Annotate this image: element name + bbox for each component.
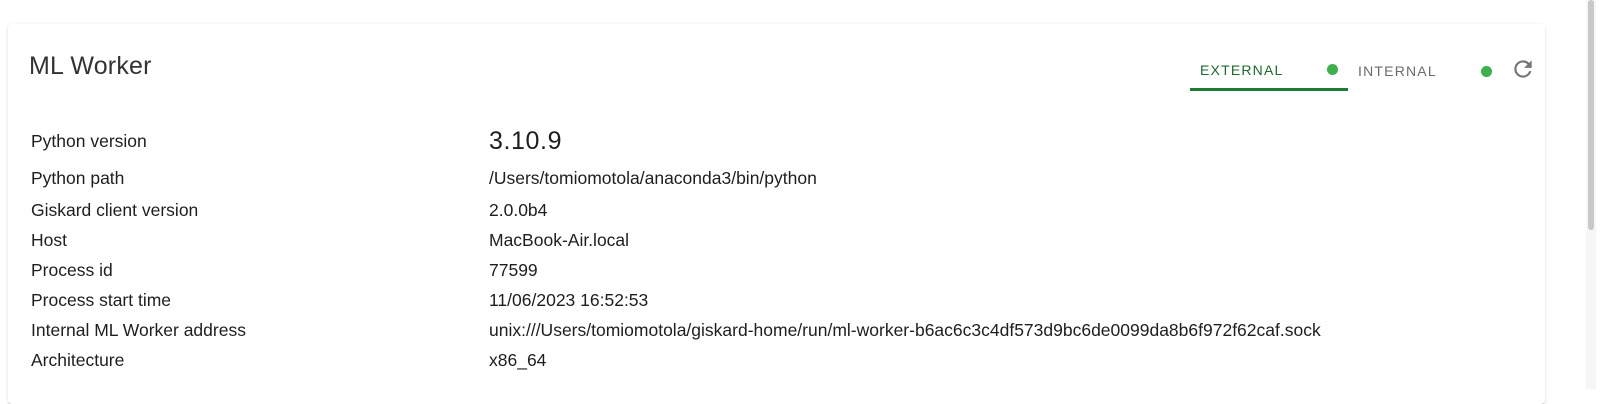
tab-external[interactable]: EXTERNAL <box>1190 51 1348 91</box>
refresh-button[interactable] <box>1508 54 1538 84</box>
worker-info-list: Python version 3.10.9 Python path /Users… <box>31 120 1321 375</box>
info-key: Architecture <box>31 349 125 370</box>
info-row-python-version: Python version 3.10.9 <box>31 120 1321 162</box>
info-row-client-version: Giskard client version 2.0.0b4 <box>31 195 1321 225</box>
internal-status-dot-icon <box>1481 65 1492 77</box>
info-row-architecture: Architecture x86_64 <box>31 345 1321 375</box>
info-value: /Users/tomiomotola/anaconda3/bin/python <box>489 168 817 188</box>
info-value: 77599 <box>489 259 538 280</box>
vertical-scrollbar[interactable] <box>1586 0 1596 389</box>
info-row-host: Host MacBook-Air.local <box>31 225 1321 255</box>
ml-worker-card: ML Worker EXTERNAL INTERNAL Python versi… <box>8 24 1545 404</box>
info-value: MacBook-Air.local <box>489 229 630 250</box>
info-value: 11/06/2023 16:52:53 <box>489 289 649 310</box>
card-title: ML Worker <box>29 52 152 80</box>
info-row-process-id: Process id 77599 <box>31 255 1321 285</box>
info-key: Process start time <box>31 289 172 310</box>
refresh-icon <box>1514 60 1532 78</box>
info-key: Internal ML Worker address <box>31 319 246 340</box>
info-key: Host <box>31 229 67 250</box>
info-row-python-path: Python path /Users/tomiomotola/anaconda3… <box>31 162 1321 195</box>
info-key: Python version <box>31 130 147 151</box>
info-value: 3.10.9 <box>489 126 563 155</box>
tab-internal[interactable]: INTERNAL <box>1348 51 1492 91</box>
info-key: Python path <box>31 168 125 188</box>
tab-internal-label: INTERNAL <box>1358 63 1437 79</box>
info-row-internal-address: Internal ML Worker address unix:///Users… <box>31 315 1321 345</box>
info-value: unix:///Users/tomiomotola/giskard-home/r… <box>489 319 1321 340</box>
info-row-process-start-time: Process start time 11/06/2023 16:52:53 <box>31 285 1321 315</box>
worker-tabs: EXTERNAL INTERNAL <box>1190 51 1492 91</box>
info-value: 2.0.0b4 <box>489 199 548 220</box>
external-status-dot-icon <box>1327 64 1338 75</box>
info-key: Giskard client version <box>31 199 199 220</box>
info-value: x86_64 <box>489 349 547 370</box>
info-key: Process id <box>31 259 113 280</box>
scrollbar-thumb[interactable] <box>1588 0 1594 230</box>
tab-external-label: EXTERNAL <box>1200 61 1284 78</box>
